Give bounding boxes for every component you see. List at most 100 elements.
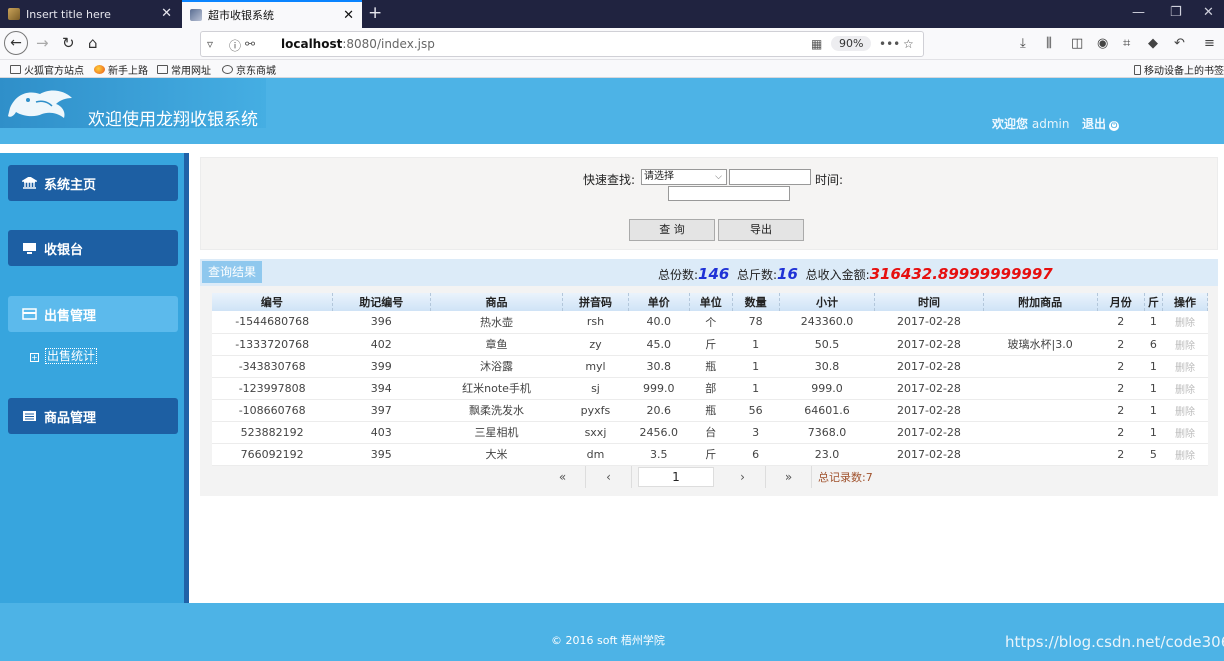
back-icon[interactable]: ←: [4, 31, 28, 55]
column-header[interactable]: 数量: [732, 293, 780, 311]
next-page-button[interactable]: ›: [720, 466, 766, 488]
column-header[interactable]: 单价: [628, 293, 690, 311]
table-row: 766092192 395 大米 dm 3.5 斤 6 23.0 2017-02…: [212, 443, 1208, 466]
sidebar-item-sales[interactable]: 出售管理: [8, 296, 178, 332]
logout-link[interactable]: 退出 ⏻: [1082, 115, 1120, 132]
delete-link[interactable]: 删除: [1162, 443, 1208, 466]
column-header[interactable]: 小计: [779, 293, 876, 311]
bookmark-firefox-site[interactable]: 火狐官方站点: [10, 62, 84, 77]
url-bar[interactable]: ▿ ⓘ ⚯ localhost:8080/index.jsp ▦ 90% •••…: [200, 31, 924, 57]
library-icon[interactable]: ⫼: [1046, 36, 1052, 51]
delete-link[interactable]: 删除: [1162, 333, 1208, 356]
minimize-icon[interactable]: —: [1132, 5, 1145, 20]
window-close-icon[interactable]: ✕: [1203, 5, 1214, 20]
info-icon[interactable]: ⓘ: [229, 37, 241, 54]
downloads-icon[interactable]: ⤓: [1020, 36, 1026, 51]
logo-area: 欢迎使用龙翔收银系统: [0, 78, 266, 130]
browser-tab-insert-title[interactable]: Insert title here ✕: [0, 0, 180, 28]
delete-link[interactable]: 删除: [1162, 355, 1208, 378]
cell-product: 章鱼: [430, 333, 563, 356]
column-header[interactable]: 单位: [689, 293, 733, 311]
browser-nav-bar: ← → ↻ ⌂ ▿ ⓘ ⚯ localhost:8080/index.jsp ▦…: [0, 28, 1224, 60]
bookmark-star-icon[interactable]: ☆: [903, 37, 914, 51]
column-header[interactable]: 时间: [874, 293, 984, 311]
forward-icon[interactable]: →: [36, 34, 49, 52]
new-tab-icon[interactable]: +: [368, 3, 382, 23]
chat-icon[interactable]: ◆: [1148, 36, 1158, 51]
sidebar-item-label: 收银台: [44, 242, 84, 258]
permissions-icon[interactable]: ⚯: [245, 37, 255, 51]
column-header[interactable]: 商品: [430, 293, 564, 311]
bookmark-getting-started[interactable]: 新手上路: [94, 62, 148, 77]
sidebar-item-goods[interactable]: 商品管理: [8, 398, 178, 434]
close-tab-icon[interactable]: ✕: [161, 6, 172, 21]
select-value: 请选择: [644, 171, 674, 182]
keyword-input[interactable]: [729, 169, 811, 185]
welcome-text: 欢迎您 admin: [992, 115, 1069, 132]
url-host: localhost: [281, 37, 343, 51]
list-icon: [23, 411, 36, 421]
cell-subtotal: 243360.0: [779, 311, 875, 334]
undo-icon[interactable]: ↶: [1174, 36, 1185, 51]
monitor-icon: [23, 243, 36, 254]
query-button[interactable]: 查 询: [629, 219, 715, 241]
last-page-button[interactable]: »: [766, 466, 812, 488]
column-header[interactable]: 月份: [1097, 293, 1145, 311]
cell-id: 766092192: [212, 443, 333, 466]
page-number-input[interactable]: 1: [638, 467, 714, 487]
sidebar-item-cashier[interactable]: 收银台: [8, 230, 178, 266]
zoom-level[interactable]: 90%: [831, 36, 872, 51]
column-header[interactable]: 助记编号: [332, 293, 431, 311]
cell-unit: 瓶: [689, 399, 733, 422]
prev-page-button[interactable]: ‹: [586, 466, 632, 488]
bookmark-common-sites[interactable]: 常用网址: [157, 62, 211, 77]
sidebar-toggle-icon[interactable]: ◫: [1071, 36, 1083, 51]
screenshot-icon[interactable]: ⌗: [1123, 36, 1130, 51]
dragon-logo-icon: [8, 90, 72, 118]
column-header[interactable]: 拼音码: [562, 293, 629, 311]
sidebar-subitem-sales-stats[interactable]: + 出售统计: [30, 347, 98, 364]
time-input[interactable]: [668, 186, 790, 201]
column-header[interactable]: 附加商品: [983, 293, 1098, 311]
cell-month: 2: [1097, 421, 1145, 444]
firefox-icon: [94, 65, 105, 74]
column-header[interactable]: 编号: [212, 293, 333, 311]
cell-quantity: 1: [732, 355, 780, 378]
search-field-select[interactable]: 请选择 ⌵: [641, 169, 727, 185]
column-header[interactable]: 操作: [1162, 293, 1208, 311]
bank-icon: [22, 177, 37, 189]
cell-pinyin: pyxfs: [562, 399, 629, 422]
delete-link[interactable]: 删除: [1162, 311, 1208, 334]
cell-extra: [983, 443, 1098, 466]
home-icon[interactable]: ⌂: [88, 34, 98, 52]
qr-code-icon[interactable]: ▦: [811, 37, 822, 51]
browser-tab-active[interactable]: 超市收银系统 ✕: [182, 0, 362, 28]
totals-summary: 总份数:146 总斤数:16 总收入金额:316432.89999999997: [658, 265, 1053, 283]
cell-id: -108660768: [212, 399, 333, 422]
cell-unit: 斤: [689, 333, 733, 356]
restore-icon[interactable]: ❐: [1170, 5, 1182, 20]
account-icon[interactable]: ◉: [1097, 36, 1108, 51]
reload-icon[interactable]: ↻: [62, 34, 75, 52]
close-tab-icon[interactable]: ✕: [343, 8, 354, 23]
shield-icon[interactable]: ▿: [207, 37, 213, 51]
sidebar-item-label: 系统主页: [44, 177, 97, 193]
delete-link[interactable]: 删除: [1162, 377, 1208, 400]
cell-jin: 1: [1144, 355, 1163, 378]
mobile-bookmarks[interactable]: 移动设备上的书签: [1134, 62, 1224, 77]
first-page-button[interactable]: «: [540, 466, 586, 488]
folder-icon: [10, 65, 21, 74]
page-actions-icon[interactable]: •••: [879, 37, 900, 51]
menu-icon[interactable]: ≡: [1204, 36, 1215, 51]
bookmark-label: 京东商城: [236, 66, 276, 77]
sidebar-item-home[interactable]: 系统主页: [8, 165, 178, 201]
username: admin: [1031, 117, 1070, 131]
total-count-label: 总份数:: [658, 268, 699, 282]
tab-query-results[interactable]: 查询结果: [202, 261, 263, 283]
export-button[interactable]: 导出: [718, 219, 804, 241]
logout-label: 退出: [1082, 117, 1107, 131]
delete-link[interactable]: 删除: [1162, 421, 1208, 444]
column-header[interactable]: 斤: [1144, 293, 1164, 311]
delete-link[interactable]: 删除: [1162, 399, 1208, 422]
bookmark-jd-mall[interactable]: 京东商城: [222, 62, 276, 77]
